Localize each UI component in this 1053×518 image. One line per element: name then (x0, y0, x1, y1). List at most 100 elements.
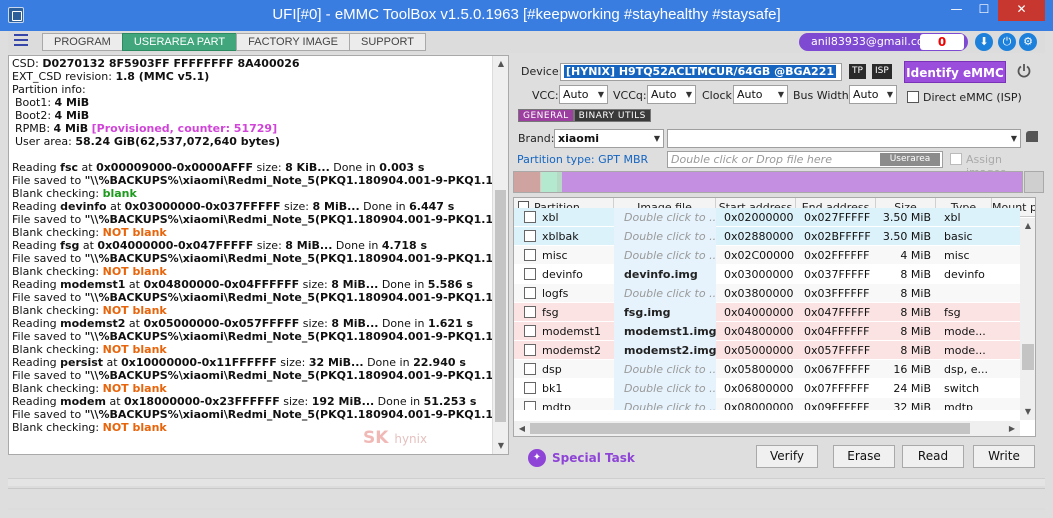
scroll-right-icon[interactable]: ▶ (1004, 421, 1020, 436)
top-toolbar: PROGRAM USERAREA PART FACTORY IMAGE SUPP… (8, 31, 1045, 53)
power-icon[interactable] (1016, 63, 1032, 79)
table-row[interactable]: devinfo devinfo.img 0x03000000 0x037FFFFF 8 … (514, 265, 1020, 284)
log-scrollbar[interactable]: ▲ ▼ (492, 56, 508, 454)
direct-emmc-checkbox[interactable] (907, 91, 919, 103)
log-panel[interactable]: CSD: D0270132 8F5903FF FFFFFFFF 8A400026… (8, 55, 509, 455)
brand-select[interactable]: xiaomi (554, 129, 664, 148)
cell-size: 8 MiB (900, 268, 931, 281)
table-row[interactable]: modemst1 modemst1.img 0x04800000 0x04FFFFFF… (514, 322, 1020, 341)
table-row[interactable]: modemst2 modemst2.img 0x05000000 0x057FFFFF… (514, 341, 1020, 360)
update-download-icon[interactable]: ⬇ (975, 33, 993, 51)
tab-program[interactable]: PROGRAM (42, 33, 122, 51)
cell-image[interactable]: devinfo.img (614, 265, 716, 284)
minimize-button[interactable]: — (943, 0, 970, 21)
row-checkbox[interactable] (524, 401, 536, 410)
row-checkbox[interactable] (524, 211, 536, 223)
row-checkbox[interactable] (524, 230, 536, 242)
vccq-label: VCCq: (613, 89, 647, 102)
cell-image[interactable]: modemst2.img (614, 341, 716, 360)
cell-name: modemst1 (542, 325, 601, 338)
tab-userarea-part[interactable]: USERAREA PART (121, 33, 237, 51)
scroll-left-icon[interactable]: ◀ (514, 421, 530, 436)
extcsd-value: 1.8 (MMC v5.1) (115, 70, 210, 83)
table-horizontal-scrollbar[interactable]: ◀ ▶ (514, 421, 1020, 436)
row-checkbox[interactable] (524, 249, 536, 261)
model-select[interactable] (667, 129, 1021, 148)
read-button[interactable]: Read (902, 445, 964, 468)
log-read-line: Reading modem at 0x18000000-0x23FFFFFF s… (12, 395, 477, 408)
window-title: UFI[#0] - eMMC ToolBox v1.5.0.1963 [#kee… (272, 6, 781, 23)
cell-image[interactable]: Double click to ... (614, 398, 716, 410)
csd-value: D0270132 8F5903FF FFFFFFFF 8A400026 (42, 57, 300, 70)
cell-size: 32 MiB (893, 401, 931, 410)
table-row[interactable]: mdtp Double click to ... 0x08000000 0x09FFF… (514, 398, 1020, 410)
isp-chip[interactable]: ISP (872, 64, 892, 79)
hamburger-menu-icon[interactable] (14, 34, 28, 48)
cell-size: 3.50 MiB (882, 230, 931, 243)
cell-end: 0x07FFFFFF (804, 382, 870, 395)
row-checkbox[interactable] (524, 344, 536, 356)
identify-emmc-button[interactable]: Identify eMMC (904, 61, 1006, 83)
cell-image[interactable]: fsg.img (614, 303, 716, 322)
vcc-label: VCC: (532, 89, 559, 102)
table-scroll-down-icon[interactable]: ▼ (1020, 404, 1035, 420)
horizontal-scroll-thumb[interactable] (530, 423, 970, 434)
close-button[interactable]: ✕ (998, 0, 1045, 21)
table-row[interactable]: xbl Double click to ... 0x02000000 0x027FFF… (514, 208, 1020, 227)
log-blank-line: Blank checking: NOT blank (12, 265, 167, 278)
bus-width-select[interactable]: Auto (849, 85, 897, 104)
tp-chip[interactable]: TP (849, 64, 866, 79)
vcc-select[interactable]: Auto (559, 85, 608, 104)
tab-binary-utils[interactable]: BINARY UTILS (573, 109, 651, 122)
row-checkbox[interactable] (524, 287, 536, 299)
cell-image[interactable]: Double click to ... (614, 246, 716, 265)
cell-image[interactable]: Double click to ... (614, 284, 716, 303)
partition-map-segment (541, 172, 558, 192)
row-checkbox[interactable] (524, 382, 536, 394)
table-scroll-up-icon[interactable]: ▲ (1020, 218, 1035, 234)
device-field[interactable]: [HYNIX] H9TQ52ACLTMCUR/64GB @BGA221 (560, 63, 842, 81)
table-scrollbar[interactable]: ▲ ▼ (1020, 218, 1035, 420)
table-row[interactable]: xblbak Double click to ... 0x02880000 0x02B… (514, 227, 1020, 246)
folder-icon[interactable] (1026, 131, 1038, 142)
cell-image[interactable]: Double click to ... (614, 379, 716, 398)
scroll-down-icon[interactable]: ▼ (493, 438, 508, 454)
rpmb-note: [Provisioned, counter: 51729] (91, 122, 278, 135)
table-scroll-thumb[interactable] (1022, 344, 1034, 370)
cell-image[interactable]: Double click to ... (614, 360, 716, 379)
write-button[interactable]: Write (973, 445, 1035, 468)
settings-gear-icon[interactable]: ⚙ (1019, 33, 1037, 51)
cell-type: xbl (944, 211, 961, 224)
vccq-select[interactable]: Auto (647, 85, 696, 104)
assign-images-checkbox[interactable] (950, 153, 962, 165)
userarea-button[interactable]: Userarea (880, 153, 940, 166)
special-task[interactable]: ✦ Special Task (528, 449, 635, 467)
table-row[interactable]: logfs Double click to ... 0x03800000 0x03FF… (514, 284, 1020, 303)
partition-table[interactable]: Partition Image file Start address End a… (513, 197, 1036, 437)
power-icon[interactable]: ⏻ (998, 33, 1016, 51)
verify-button[interactable]: Verify (756, 445, 818, 468)
user-account[interactable]: anil83933@gmail.com 0 (799, 33, 968, 51)
clock-select[interactable]: Auto (733, 85, 788, 104)
row-checkbox[interactable] (524, 363, 536, 375)
tab-general[interactable]: GENERAL (518, 109, 574, 122)
erase-button[interactable]: Erase (833, 445, 895, 468)
table-row[interactable]: misc Double click to ... 0x02C00000 0x02FFF… (514, 246, 1020, 265)
cell-image[interactable]: Double click to ... (614, 208, 716, 227)
scroll-up-icon[interactable]: ▲ (493, 56, 508, 72)
maximize-button[interactable]: ☐ (971, 0, 997, 21)
scroll-thumb[interactable] (495, 190, 506, 422)
row-checkbox[interactable] (524, 268, 536, 280)
cell-image[interactable]: Double click to ... (614, 227, 716, 246)
table-row[interactable]: bk1 Double click to ... 0x06800000 0x07FFFF… (514, 379, 1020, 398)
cell-image[interactable]: modemst1.img (614, 322, 716, 341)
cell-mount (992, 379, 1020, 398)
partition-map-scroll[interactable] (1024, 171, 1044, 193)
row-checkbox[interactable] (524, 306, 536, 318)
row-checkbox[interactable] (524, 325, 536, 337)
tab-support[interactable]: SUPPORT (349, 33, 426, 51)
special-task-label: Special Task (552, 451, 635, 465)
table-row[interactable]: fsg fsg.img 0x04000000 0x047FFFFF 8 MiB fsg (514, 303, 1020, 322)
tab-factory-image[interactable]: FACTORY IMAGE (236, 33, 349, 51)
table-row[interactable]: dsp Double click to ... 0x05800000 0x067FFF… (514, 360, 1020, 379)
